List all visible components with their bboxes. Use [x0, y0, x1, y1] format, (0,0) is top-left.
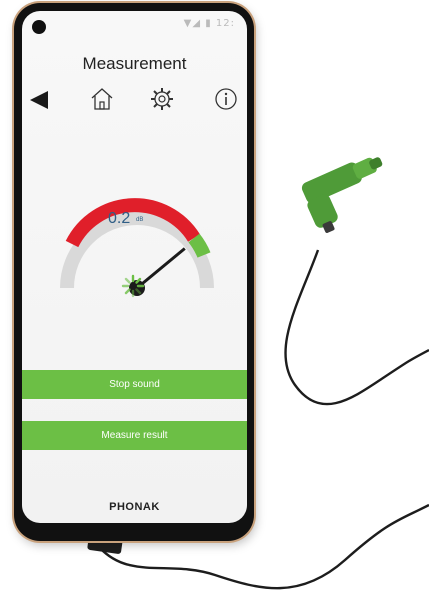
settings-button[interactable]	[148, 85, 176, 113]
gauge-green-arc	[188, 233, 211, 258]
brand-logo: PHONAK	[109, 501, 160, 513]
product-scene: ▼◢ ▮ 12: Measurement 0.2 dB Stop sound M…	[0, 0, 429, 607]
page-title: Measurement	[82, 54, 187, 73]
phone-screen: ▼◢ ▮ 12: Measurement 0.2 dB Stop sound M…	[22, 11, 247, 523]
measure-result-button[interactable]: Measure result	[22, 421, 247, 450]
back-button[interactable]	[28, 88, 52, 112]
gear-icon	[151, 88, 173, 110]
info-icon	[215, 88, 237, 110]
gauge-value: 0.2	[108, 210, 131, 227]
status-bar-icons: ▼◢ ▮ 12:	[183, 18, 235, 29]
info-button[interactable]	[212, 85, 240, 113]
loading-spinner-icon	[121, 274, 145, 298]
back-arrow-icon	[30, 91, 48, 109]
front-camera	[32, 20, 46, 34]
stop-sound-button[interactable]: Stop sound	[22, 370, 247, 399]
home-icon	[91, 88, 113, 110]
earpiece-connector	[301, 157, 383, 233]
gauge-unit: dB	[136, 217, 144, 223]
home-button[interactable]	[88, 85, 116, 113]
